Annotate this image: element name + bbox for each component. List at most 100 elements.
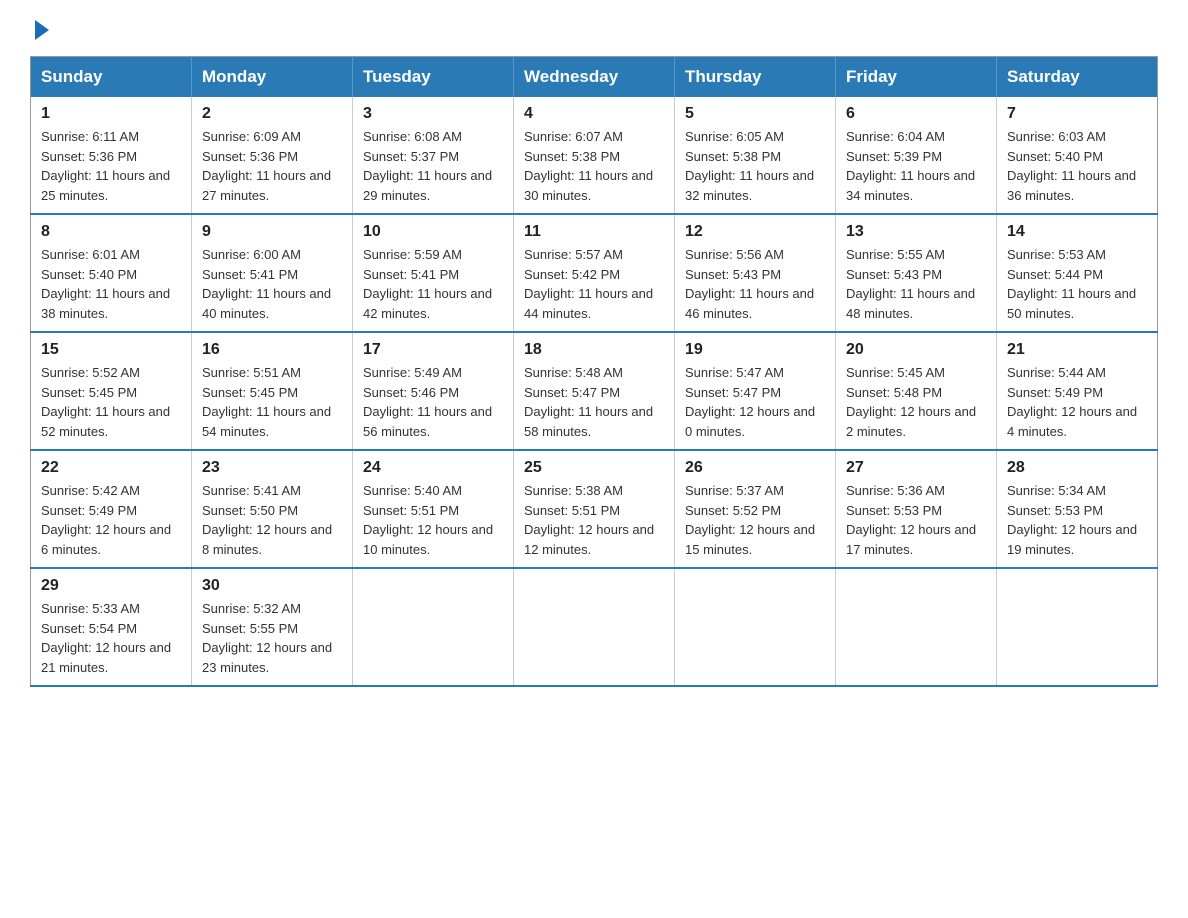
day-number: 15 xyxy=(41,341,181,359)
day-number: 28 xyxy=(1007,459,1147,477)
weekday-header-tuesday: Tuesday xyxy=(353,57,514,98)
day-number: 2 xyxy=(202,105,342,123)
day-number: 26 xyxy=(685,459,825,477)
day-info: Sunrise: 5:40 AMSunset: 5:51 PMDaylight:… xyxy=(363,481,503,559)
logo-arrow-icon xyxy=(35,20,49,40)
calendar-cell: 17 Sunrise: 5:49 AMSunset: 5:46 PMDayligh… xyxy=(353,332,514,450)
calendar-cell: 20 Sunrise: 5:45 AMSunset: 5:48 PMDayligh… xyxy=(836,332,997,450)
calendar-cell: 16 Sunrise: 5:51 AMSunset: 5:45 PMDayligh… xyxy=(192,332,353,450)
page-header xyxy=(30,20,1158,36)
calendar-cell: 11 Sunrise: 5:57 AMSunset: 5:42 PMDayligh… xyxy=(514,214,675,332)
calendar-cell: 8 Sunrise: 6:01 AMSunset: 5:40 PMDaylight… xyxy=(31,214,192,332)
day-number: 22 xyxy=(41,459,181,477)
day-number: 25 xyxy=(524,459,664,477)
calendar-cell: 23Sunrise: 5:41 AMSunset: 5:50 PMDayligh… xyxy=(192,450,353,568)
day-info: Sunrise: 5:41 AMSunset: 5:50 PMDaylight:… xyxy=(202,481,342,559)
day-info: Sunrise: 5:45 AMSunset: 5:48 PMDaylight:… xyxy=(846,363,986,441)
day-number: 11 xyxy=(524,223,664,241)
day-number: 8 xyxy=(41,223,181,241)
calendar-cell: 24 Sunrise: 5:40 AMSunset: 5:51 PMDayligh… xyxy=(353,450,514,568)
calendar-cell: 18Sunrise: 5:48 AMSunset: 5:47 PMDayligh… xyxy=(514,332,675,450)
calendar-week-row: 8 Sunrise: 6:01 AMSunset: 5:40 PMDaylight… xyxy=(31,214,1158,332)
day-info: Sunrise: 6:09 AMSunset: 5:36 PMDaylight:… xyxy=(202,127,342,205)
day-info: Sunrise: 5:42 AMSunset: 5:49 PMDaylight:… xyxy=(41,481,181,559)
calendar-cell: 21 Sunrise: 5:44 AMSunset: 5:49 PMDayligh… xyxy=(997,332,1158,450)
day-info: Sunrise: 5:53 AMSunset: 5:44 PMDaylight:… xyxy=(1007,245,1147,323)
day-info: Sunrise: 6:01 AMSunset: 5:40 PMDaylight:… xyxy=(41,245,181,323)
calendar-week-row: 1 Sunrise: 6:11 AMSunset: 5:36 PMDaylight… xyxy=(31,97,1158,214)
day-number: 17 xyxy=(363,341,503,359)
day-number: 18 xyxy=(524,341,664,359)
day-info: Sunrise: 6:03 AMSunset: 5:40 PMDaylight:… xyxy=(1007,127,1147,205)
day-info: Sunrise: 5:52 AMSunset: 5:45 PMDaylight:… xyxy=(41,363,181,441)
calendar-cell: 3Sunrise: 6:08 AMSunset: 5:37 PMDaylight… xyxy=(353,97,514,214)
day-info: Sunrise: 5:37 AMSunset: 5:52 PMDaylight:… xyxy=(685,481,825,559)
day-number: 1 xyxy=(41,105,181,123)
day-number: 21 xyxy=(1007,341,1147,359)
day-info: Sunrise: 5:32 AMSunset: 5:55 PMDaylight:… xyxy=(202,599,342,677)
weekday-header-row: SundayMondayTuesdayWednesdayThursdayFrid… xyxy=(31,57,1158,98)
calendar-cell: 25 Sunrise: 5:38 AMSunset: 5:51 PMDayligh… xyxy=(514,450,675,568)
day-number: 19 xyxy=(685,341,825,359)
calendar-cell: 26 Sunrise: 5:37 AMSunset: 5:52 PMDayligh… xyxy=(675,450,836,568)
day-info: Sunrise: 5:33 AMSunset: 5:54 PMDaylight:… xyxy=(41,599,181,677)
day-info: Sunrise: 6:11 AMSunset: 5:36 PMDaylight:… xyxy=(41,127,181,205)
day-info: Sunrise: 5:56 AMSunset: 5:43 PMDaylight:… xyxy=(685,245,825,323)
calendar-cell: 12 Sunrise: 5:56 AMSunset: 5:43 PMDayligh… xyxy=(675,214,836,332)
day-number: 5 xyxy=(685,105,825,123)
day-info: Sunrise: 6:07 AMSunset: 5:38 PMDaylight:… xyxy=(524,127,664,205)
calendar-cell xyxy=(514,568,675,686)
day-info: Sunrise: 5:57 AMSunset: 5:42 PMDaylight:… xyxy=(524,245,664,323)
calendar-cell xyxy=(675,568,836,686)
calendar-cell: 13 Sunrise: 5:55 AMSunset: 5:43 PMDayligh… xyxy=(836,214,997,332)
weekday-header-friday: Friday xyxy=(836,57,997,98)
calendar-cell: 4Sunrise: 6:07 AMSunset: 5:38 PMDaylight… xyxy=(514,97,675,214)
calendar-cell: 15 Sunrise: 5:52 AMSunset: 5:45 PMDayligh… xyxy=(31,332,192,450)
calendar-cell: 9 Sunrise: 6:00 AMSunset: 5:41 PMDaylight… xyxy=(192,214,353,332)
day-number: 9 xyxy=(202,223,342,241)
weekday-header-sunday: Sunday xyxy=(31,57,192,98)
calendar-cell xyxy=(997,568,1158,686)
weekday-header-thursday: Thursday xyxy=(675,57,836,98)
calendar-week-row: 15 Sunrise: 5:52 AMSunset: 5:45 PMDayligh… xyxy=(31,332,1158,450)
calendar-week-row: 22 Sunrise: 5:42 AMSunset: 5:49 PMDayligh… xyxy=(31,450,1158,568)
day-info: Sunrise: 5:55 AMSunset: 5:43 PMDaylight:… xyxy=(846,245,986,323)
calendar-week-row: 29 Sunrise: 5:33 AMSunset: 5:54 PMDayligh… xyxy=(31,568,1158,686)
weekday-header-monday: Monday xyxy=(192,57,353,98)
day-number: 6 xyxy=(846,105,986,123)
calendar-cell: 30 Sunrise: 5:32 AMSunset: 5:55 PMDayligh… xyxy=(192,568,353,686)
day-number: 27 xyxy=(846,459,986,477)
calendar-cell: 2 Sunrise: 6:09 AMSunset: 5:36 PMDaylight… xyxy=(192,97,353,214)
day-number: 30 xyxy=(202,577,342,595)
calendar-cell: 10Sunrise: 5:59 AMSunset: 5:41 PMDayligh… xyxy=(353,214,514,332)
day-info: Sunrise: 5:44 AMSunset: 5:49 PMDaylight:… xyxy=(1007,363,1147,441)
day-number: 7 xyxy=(1007,105,1147,123)
weekday-header-saturday: Saturday xyxy=(997,57,1158,98)
day-number: 24 xyxy=(363,459,503,477)
calendar-cell: 7 Sunrise: 6:03 AMSunset: 5:40 PMDaylight… xyxy=(997,97,1158,214)
day-number: 29 xyxy=(41,577,181,595)
calendar-cell: 5 Sunrise: 6:05 AMSunset: 5:38 PMDaylight… xyxy=(675,97,836,214)
day-info: Sunrise: 5:34 AMSunset: 5:53 PMDaylight:… xyxy=(1007,481,1147,559)
calendar-cell: 14 Sunrise: 5:53 AMSunset: 5:44 PMDayligh… xyxy=(997,214,1158,332)
day-info: Sunrise: 5:51 AMSunset: 5:45 PMDaylight:… xyxy=(202,363,342,441)
day-info: Sunrise: 6:05 AMSunset: 5:38 PMDaylight:… xyxy=(685,127,825,205)
day-info: Sunrise: 6:08 AMSunset: 5:37 PMDaylight:… xyxy=(363,127,503,205)
day-info: Sunrise: 5:36 AMSunset: 5:53 PMDaylight:… xyxy=(846,481,986,559)
calendar-cell xyxy=(836,568,997,686)
day-number: 20 xyxy=(846,341,986,359)
calendar-cell xyxy=(353,568,514,686)
day-info: Sunrise: 5:38 AMSunset: 5:51 PMDaylight:… xyxy=(524,481,664,559)
day-number: 16 xyxy=(202,341,342,359)
weekday-header-wednesday: Wednesday xyxy=(514,57,675,98)
calendar-cell: 28 Sunrise: 5:34 AMSunset: 5:53 PMDayligh… xyxy=(997,450,1158,568)
day-info: Sunrise: 6:00 AMSunset: 5:41 PMDaylight:… xyxy=(202,245,342,323)
day-info: Sunrise: 6:04 AMSunset: 5:39 PMDaylight:… xyxy=(846,127,986,205)
calendar-cell: 19Sunrise: 5:47 AMSunset: 5:47 PMDayligh… xyxy=(675,332,836,450)
day-info: Sunrise: 5:49 AMSunset: 5:46 PMDaylight:… xyxy=(363,363,503,441)
day-number: 14 xyxy=(1007,223,1147,241)
day-number: 12 xyxy=(685,223,825,241)
day-number: 13 xyxy=(846,223,986,241)
calendar-cell: 27 Sunrise: 5:36 AMSunset: 5:53 PMDayligh… xyxy=(836,450,997,568)
logo xyxy=(30,20,49,36)
